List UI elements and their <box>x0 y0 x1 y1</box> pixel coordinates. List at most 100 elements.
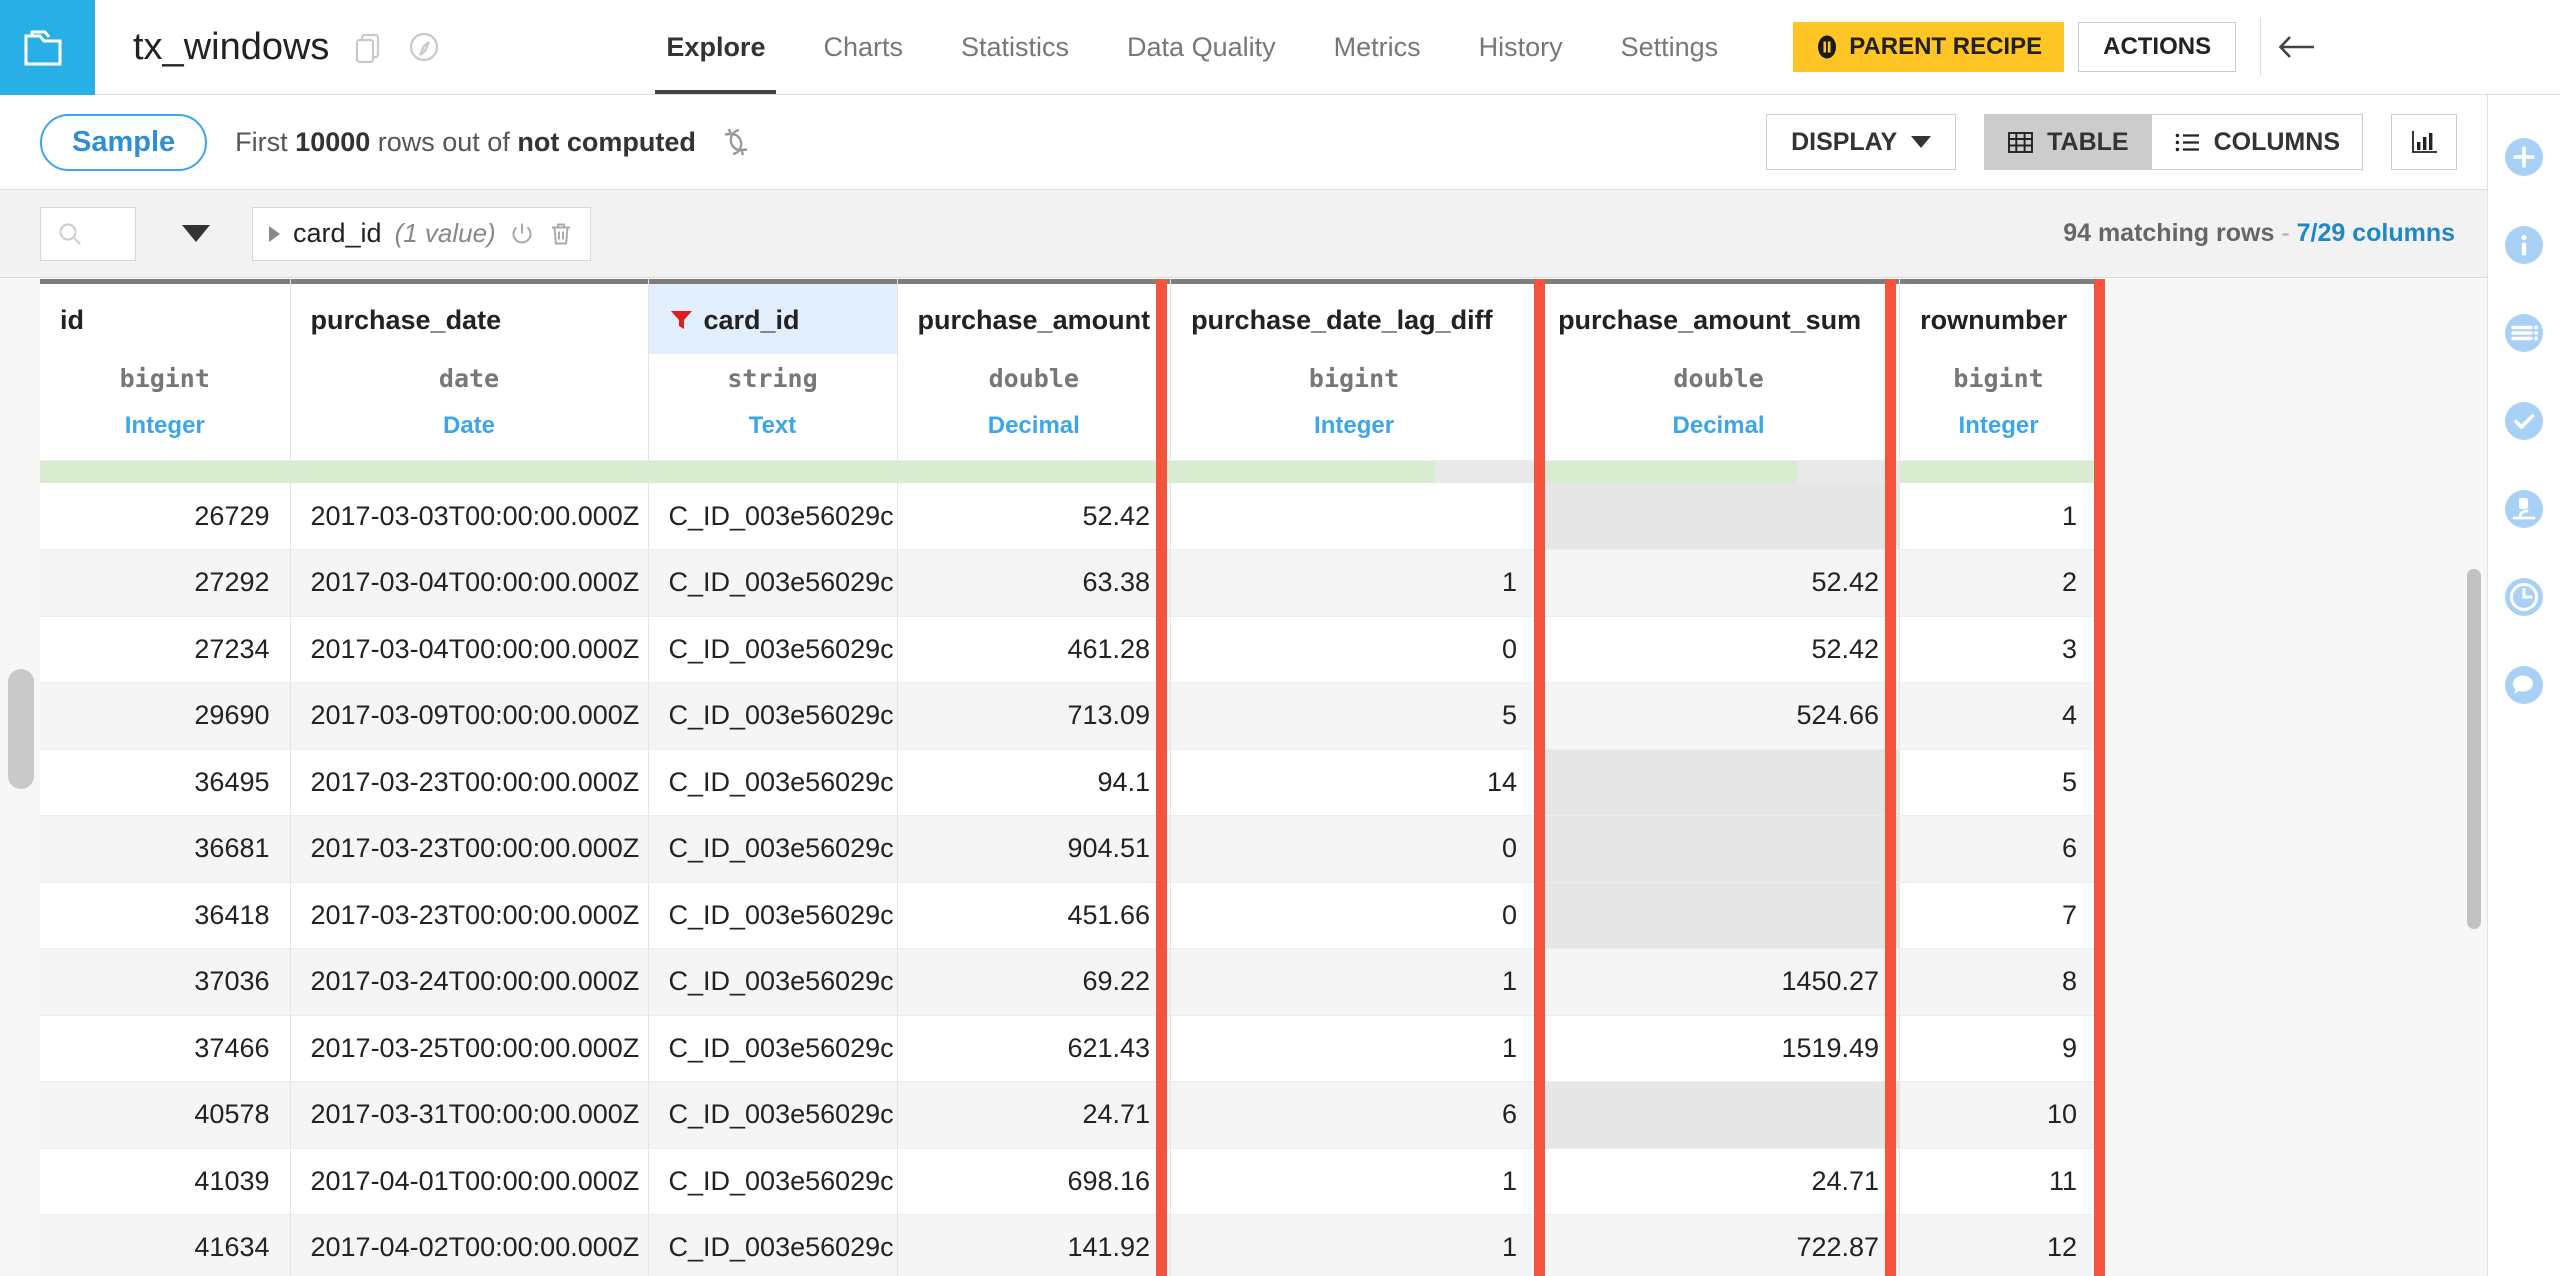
cell-purchase-amount-sum[interactable]: 52.42 <box>1537 549 1901 617</box>
cell-purchase-amount[interactable]: 461.28 <box>897 616 1172 683</box>
cell-id[interactable]: 36681 <box>40 815 291 883</box>
column-meaning[interactable]: Decimal <box>918 412 1151 440</box>
table-row[interactable]: 37466 2017-03-25T00:00:00.000Z C_ID_003e56… <box>40 1015 2099 1082</box>
cell-id[interactable]: 37036 <box>40 948 291 1016</box>
tab-history[interactable]: History <box>1450 0 1592 94</box>
cell-purchase-amount-sum[interactable] <box>1537 1081 1901 1149</box>
cell-card-id[interactable]: C_ID_003e56029c <box>648 948 898 1016</box>
cell-purchase-amount-sum[interactable]: 24.71 <box>1537 1148 1901 1215</box>
column-meaning[interactable]: Integer <box>60 412 270 440</box>
table-row[interactable]: 29690 2017-03-09T00:00:00.000Z C_ID_003e56… <box>40 682 2099 750</box>
cell-purchase-amount-sum[interactable]: 524.66 <box>1537 682 1901 750</box>
cell-card-id[interactable]: C_ID_003e56029c <box>648 882 898 949</box>
cell-purchase-amount[interactable]: 621.43 <box>897 1015 1172 1082</box>
column-header-purchase-date[interactable]: purchase_date date Date <box>290 279 649 461</box>
power-icon[interactable] <box>509 221 535 247</box>
table-row[interactable]: 36495 2017-03-23T00:00:00.000Z C_ID_003e56… <box>40 749 2099 816</box>
table-row[interactable]: 41634 2017-04-02T00:00:00.000Z C_ID_003e56… <box>40 1214 2099 1276</box>
cell-purchase-date[interactable]: 2017-04-01T00:00:00.000Z <box>290 1148 649 1215</box>
plus-icon[interactable] <box>2502 135 2546 179</box>
tab-data-quality[interactable]: Data Quality <box>1098 0 1305 94</box>
columns-ratio-link[interactable]: 7/29 columns <box>2297 219 2455 247</box>
cell-id[interactable]: 26729 <box>40 483 291 550</box>
cell-purchase-date[interactable]: 2017-03-31T00:00:00.000Z <box>290 1081 649 1149</box>
tab-metrics[interactable]: Metrics <box>1305 0 1450 94</box>
cell-purchase-date[interactable]: 2017-03-23T00:00:00.000Z <box>290 882 649 949</box>
column-meaning[interactable]: Decimal <box>1558 412 1879 440</box>
vertical-scrollbar-right[interactable] <box>2467 569 2481 929</box>
cell-purchase-amount[interactable]: 94.1 <box>897 749 1172 816</box>
table-row[interactable]: 26729 2017-03-03T00:00:00.000Z C_ID_003e56… <box>40 483 2099 550</box>
tab-explore[interactable]: Explore <box>637 0 794 94</box>
cell-id[interactable]: 29690 <box>40 682 291 750</box>
cell-card-id[interactable]: C_ID_003e56029c <box>648 1015 898 1082</box>
column-meaning[interactable]: Date <box>311 412 628 440</box>
cell-purchase-date-lag-diff[interactable]: 1 <box>1170 1015 1539 1082</box>
tab-statistics[interactable]: Statistics <box>932 0 1098 94</box>
cell-rownumber[interactable]: 5 <box>1899 749 2099 816</box>
cell-purchase-date-lag-diff[interactable] <box>1170 483 1539 550</box>
cell-purchase-amount[interactable]: 904.51 <box>897 815 1172 883</box>
compass-icon[interactable] <box>407 30 441 64</box>
cell-card-id[interactable]: C_ID_003e56029c <box>648 682 898 750</box>
cell-card-id[interactable]: C_ID_003e56029c <box>648 1081 898 1149</box>
tab-charts[interactable]: Charts <box>794 0 932 94</box>
cell-purchase-amount-sum[interactable] <box>1537 882 1901 949</box>
cell-purchase-amount-sum[interactable] <box>1537 749 1901 816</box>
cell-purchase-amount[interactable]: 713.09 <box>897 682 1172 750</box>
cell-rownumber[interactable]: 12 <box>1899 1214 2099 1276</box>
cell-card-id[interactable]: C_ID_003e56029c <box>648 749 898 816</box>
cell-purchase-date[interactable]: 2017-03-04T00:00:00.000Z <box>290 616 649 683</box>
cell-id[interactable]: 40578 <box>40 1081 291 1149</box>
cell-card-id[interactable]: C_ID_003e56029c <box>648 1148 898 1215</box>
copy-icon[interactable] <box>351 30 385 64</box>
column-header-id[interactable]: id bigint Integer <box>40 279 291 461</box>
cell-purchase-date-lag-diff[interactable]: 1 <box>1170 948 1539 1016</box>
cell-purchase-amount[interactable]: 63.38 <box>897 549 1172 617</box>
cell-purchase-amount-sum[interactable]: 722.87 <box>1537 1214 1901 1276</box>
column-header-rownumber[interactable]: rownumber bigint Integer <box>1899 279 2099 461</box>
cell-purchase-date[interactable]: 2017-03-04T00:00:00.000Z <box>290 549 649 617</box>
table-row[interactable]: 37036 2017-03-24T00:00:00.000Z C_ID_003e56… <box>40 948 2099 1016</box>
cell-purchase-date-lag-diff[interactable]: 5 <box>1170 682 1539 750</box>
cell-id[interactable]: 27292 <box>40 549 291 617</box>
cell-purchase-amount-sum[interactable] <box>1537 483 1901 550</box>
table-row[interactable]: 36418 2017-03-23T00:00:00.000Z C_ID_003e56… <box>40 882 2099 949</box>
column-meaning[interactable]: Integer <box>1920 412 2077 440</box>
cell-purchase-amount[interactable]: 451.66 <box>897 882 1172 949</box>
table-row[interactable]: 41039 2017-04-01T00:00:00.000Z C_ID_003e56… <box>40 1148 2099 1215</box>
cell-card-id[interactable]: C_ID_003e56029c <box>648 549 898 617</box>
clock-icon[interactable] <box>2502 575 2546 619</box>
cell-card-id[interactable]: C_ID_003e56029c <box>648 1214 898 1276</box>
cell-purchase-amount-sum[interactable]: 52.42 <box>1537 616 1901 683</box>
cell-purchase-date[interactable]: 2017-03-09T00:00:00.000Z <box>290 682 649 750</box>
column-meaning[interactable]: Integer <box>1191 412 1517 440</box>
cell-rownumber[interactable]: 1 <box>1899 483 2099 550</box>
cell-purchase-date-lag-diff[interactable]: 1 <box>1170 1148 1539 1215</box>
cell-purchase-amount[interactable]: 141.92 <box>897 1214 1172 1276</box>
cell-purchase-date-lag-diff[interactable]: 14 <box>1170 749 1539 816</box>
refresh-icon[interactable] <box>720 126 752 158</box>
column-header-purchase-amount-sum[interactable]: purchase_amount_sum double Decimal <box>1537 279 1901 461</box>
arrow-left-icon[interactable] <box>2261 0 2333 94</box>
sample-button[interactable]: Sample <box>40 113 208 171</box>
cell-id[interactable]: 41039 <box>40 1148 291 1215</box>
cell-purchase-amount-sum[interactable]: 1519.49 <box>1537 1015 1901 1082</box>
cell-rownumber[interactable]: 3 <box>1899 616 2099 683</box>
cell-purchase-date[interactable]: 2017-03-24T00:00:00.000Z <box>290 948 649 1016</box>
trash-icon[interactable] <box>548 221 574 247</box>
chevron-right-icon[interactable] <box>269 225 280 242</box>
cell-purchase-amount[interactable]: 52.42 <box>897 483 1172 550</box>
columns-view-button[interactable]: COLUMNS <box>2150 115 2362 169</box>
cell-purchase-amount[interactable]: 24.71 <box>897 1081 1172 1149</box>
cell-card-id[interactable]: C_ID_003e56029c <box>648 616 898 683</box>
cell-purchase-date-lag-diff[interactable]: 0 <box>1170 616 1539 683</box>
cell-id[interactable]: 36495 <box>40 749 291 816</box>
column-meaning[interactable]: Text <box>669 412 877 440</box>
microscope-icon[interactable] <box>2502 487 2546 531</box>
cell-card-id[interactable]: C_ID_003e56029c <box>648 483 898 550</box>
filter-chip-card-id[interactable]: card_id (1 value) <box>252 206 591 261</box>
cell-purchase-date[interactable]: 2017-04-02T00:00:00.000Z <box>290 1214 649 1276</box>
cell-id[interactable]: 41634 <box>40 1214 291 1276</box>
table-row[interactable]: 27234 2017-03-04T00:00:00.000Z C_ID_003e56… <box>40 616 2099 683</box>
